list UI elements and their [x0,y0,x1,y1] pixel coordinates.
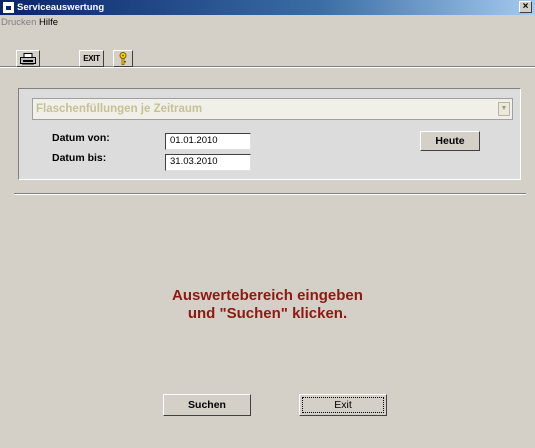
instruction-line-1: Auswertebereich eingeben [172,287,363,304]
report-type-dropdown[interactable]: Flaschenfüllungen je Zeitraum ▼ [32,98,513,120]
exit-toolbar-label: EXIT [83,54,100,63]
toolbar: EXIT [0,31,535,67]
key-help-icon [119,52,127,65]
instruction-line-2: und "Suchen" klicken. [187,305,348,322]
search-button[interactable]: Suchen [163,394,251,416]
menu-drucken[interactable]: Drucken [1,17,36,29]
menu-hilfe[interactable]: Hilfe [39,17,58,29]
close-button[interactable]: × [519,1,532,13]
today-button[interactable]: Heute [420,131,480,151]
exit-toolbar-button[interactable]: EXIT [79,50,104,67]
date-to-label: Datum bis: [52,152,107,164]
menu-bar: Drucken Hilfe [0,15,535,31]
help-button[interactable] [113,50,133,67]
title-bar[interactable]: Serviceauswertung × [0,0,535,15]
print-button[interactable] [16,50,40,67]
application-window: Serviceauswertung × Drucken Hilfe EXIT F… [0,0,535,448]
instruction-message: Auswertebereich eingeben und "Suchen" kl… [0,287,535,323]
report-type-value: Flaschenfüllungen je Zeitraum [36,103,203,115]
date-from-label: Datum von: [52,132,110,144]
chevron-down-icon[interactable]: ▼ [498,102,510,116]
exit-button[interactable]: Exit [299,394,387,416]
window-title: Serviceauswertung [17,2,105,13]
date-to-input[interactable]: 31.03.2010 [165,154,251,171]
date-from-input[interactable]: 01.01.2010 [165,133,251,150]
app-icon [3,2,14,13]
printer-icon [20,52,36,64]
